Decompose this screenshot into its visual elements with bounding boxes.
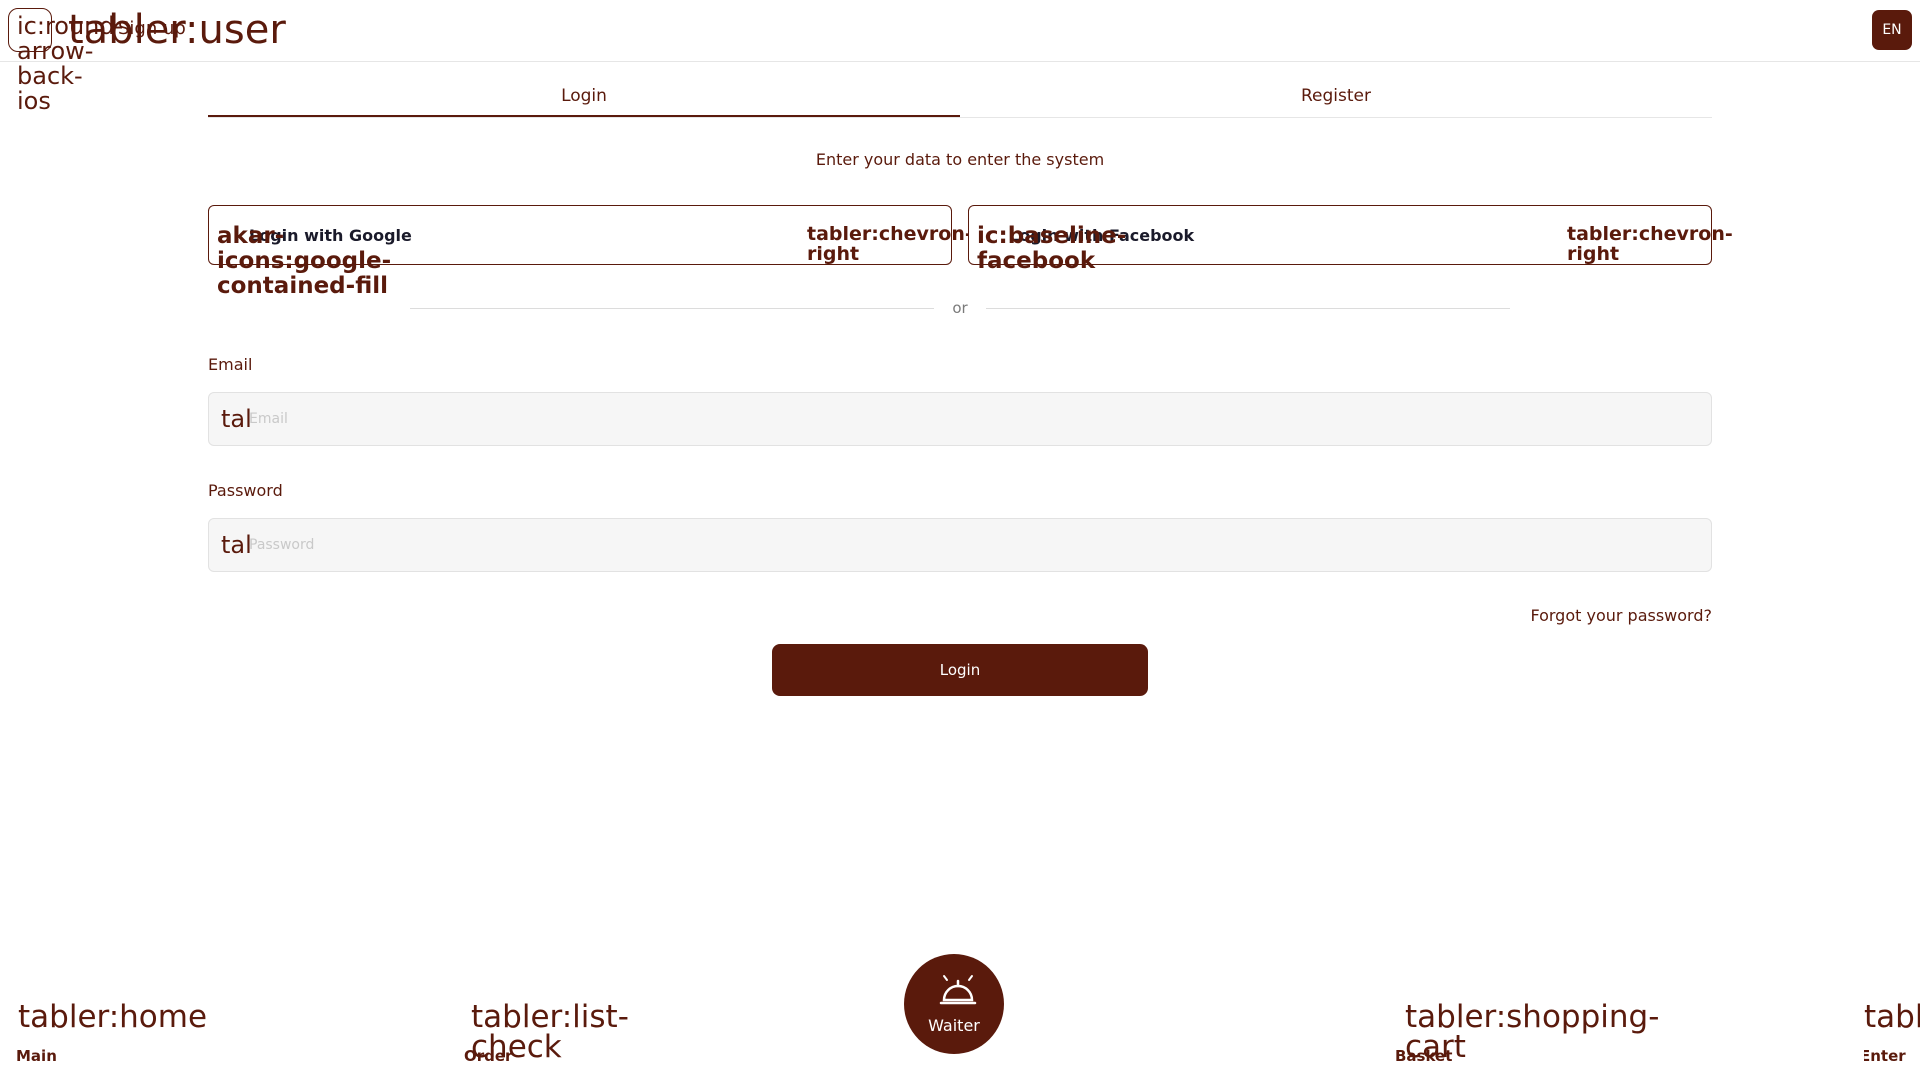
google-login-button[interactable]: Login with Google akar-icons:google-cont…: [208, 205, 973, 299]
lock-icon: tal: [221, 531, 252, 559]
app-header: ic:round-arrow-back-ios Sign up tabler:u…: [0, 0, 1920, 114]
facebook-login-button[interactable]: Login with Facebook ic:baseline-facebook…: [968, 205, 1733, 274]
auth-tabs: Login Register: [208, 82, 1712, 118]
chevron-right-icon: tabler:chevron-right: [1567, 223, 1733, 265]
forgot-password-link[interactable]: Forgot your password?: [1530, 606, 1712, 625]
nav-enter[interactable]: tabler:login Enter: [1864, 1002, 1920, 1072]
facebook-icon: ic:baseline-facebook: [977, 223, 1127, 274]
language-button[interactable]: EN: [1872, 10, 1912, 50]
mail-icon: tal: [221, 405, 252, 433]
password-field-wrapper: tal: [208, 518, 1712, 572]
password-field[interactable]: [249, 519, 1689, 571]
divider-line: [985, 307, 1511, 309]
bell-icon: [939, 975, 977, 1005]
nav-label-basket: Basket: [1395, 1047, 1453, 1065]
waiter-button[interactable]: Waiter: [904, 954, 1004, 1054]
login-icon: tabler:login: [1864, 1002, 1920, 1035]
or-divider: or: [410, 298, 1511, 318]
nav-label-enter: Enter: [1864, 1047, 1906, 1065]
divider-text: or: [952, 299, 968, 317]
nav-label-main: Main: [16, 1047, 57, 1065]
google-icon: akar-icons:google-contained-fill: [217, 223, 392, 299]
form-subtitle: Enter your data to enter the system: [815, 150, 1105, 169]
nav-label-order: Order: [464, 1047, 513, 1065]
user-icon: tabler:user: [68, 7, 286, 53]
waiter-label: Waiter: [928, 1016, 980, 1035]
email-field[interactable]: [249, 393, 1689, 445]
home-icon: tabler:home: [18, 999, 208, 1035]
tab-register[interactable]: Register: [960, 82, 1712, 117]
divider-line: [410, 307, 935, 309]
login-button[interactable]: Login: [772, 644, 1148, 696]
email-field-wrapper: tal: [208, 392, 1712, 446]
password-label: Password: [208, 481, 283, 500]
tab-login[interactable]: Login: [208, 82, 960, 117]
email-label: Email: [208, 355, 253, 374]
chevron-right-icon: tabler:chevron-right: [807, 223, 973, 265]
